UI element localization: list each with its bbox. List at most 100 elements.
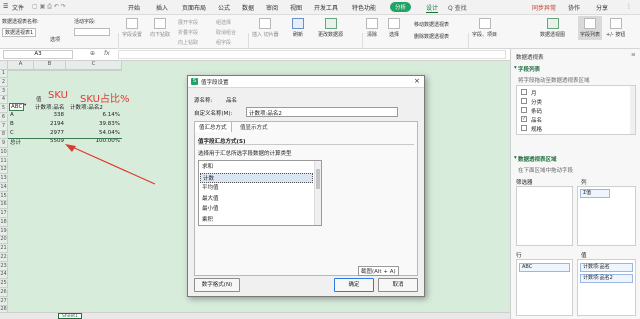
move-pivot-button[interactable]: 移动数据透视表 — [414, 21, 449, 28]
row-header[interactable]: 8 — [0, 131, 8, 140]
row-header[interactable]: 9 — [0, 140, 8, 149]
collab-button[interactable]: 协作 — [568, 3, 580, 12]
expand-field-button[interactable]: 展开字段 — [178, 19, 198, 26]
field-list-button[interactable]: 字段列表 — [578, 16, 603, 40]
pivot-chart-button[interactable]: 数据透视图 — [540, 18, 565, 38]
values-zone[interactable]: 计数项:品名 计数项:品名2 — [577, 259, 636, 316]
field-checkbox[interactable] — [521, 107, 527, 113]
row-label-header-cell[interactable]: ABC — [9, 103, 25, 111]
select-all-corner[interactable] — [0, 61, 8, 70]
ungroup-button[interactable]: 取消组合 — [216, 29, 236, 36]
areas-collapse-icon[interactable]: ▾ — [514, 155, 517, 161]
formula-input[interactable] — [118, 50, 506, 59]
custom-name-input[interactable]: 计数项:品名2 — [246, 107, 398, 117]
delete-pivot-button[interactable]: 删除数据透视表 — [414, 33, 449, 40]
col-b-header-cell[interactable]: 计数项:品名 — [35, 103, 64, 111]
collapse-icon[interactable]: ▾ — [514, 65, 517, 71]
row-header[interactable]: 26 — [0, 288, 8, 297]
row-label-cell[interactable]: B — [10, 121, 14, 127]
tab-review[interactable]: 审阅 — [266, 3, 278, 12]
tab-analyze[interactable]: 分析 — [390, 2, 412, 12]
tab-design[interactable]: 设计 — [426, 3, 439, 13]
quick-access-icons[interactable]: ▢ ▣ ⎙ ↶ ↷ — [32, 3, 66, 11]
group-selection-button[interactable]: 组选择 — [216, 19, 231, 26]
row-header[interactable]: 13 — [0, 175, 8, 184]
row-header[interactable]: 23 — [0, 262, 8, 271]
row-header[interactable]: 11 — [0, 157, 8, 166]
row-header[interactable]: 5 — [0, 105, 8, 114]
sync-status[interactable]: 同步异常 — [532, 3, 556, 12]
calc-type-item[interactable]: 求和 — [200, 162, 313, 172]
zoom-icon[interactable]: ⊕ — [90, 50, 95, 57]
insert-slicer-button[interactable]: 插入 切片器 — [252, 18, 279, 38]
tab-start[interactable]: 开始 — [128, 3, 140, 12]
values-chip-2[interactable]: 计数项:品名2 — [580, 274, 633, 283]
tab-formulas[interactable]: 公式 — [218, 3, 230, 12]
fields-items-button[interactable]: 字段、项目 — [472, 18, 497, 38]
field-list-scrollbar[interactable] — [630, 86, 635, 134]
sheet-tab[interactable]: Sheet1 — [58, 313, 82, 319]
row-header[interactable]: 24 — [0, 271, 8, 280]
row-label-cell[interactable]: 总计 — [10, 138, 21, 146]
row-header[interactable]: 20 — [0, 236, 8, 245]
pane-menu-icon[interactable]: ≡ — [631, 52, 636, 58]
column-header-a[interactable]: A — [8, 61, 34, 70]
field-checkbox[interactable] — [521, 89, 527, 95]
row-header[interactable]: 18 — [0, 218, 8, 227]
number-format-button[interactable]: 数字格式(N) — [194, 278, 240, 292]
field-checkbox[interactable] — [521, 125, 527, 131]
ok-button[interactable]: 确定 — [334, 278, 374, 292]
active-field-input[interactable] — [74, 28, 110, 36]
row-header[interactable]: 16 — [0, 201, 8, 210]
calc-type-item[interactable]: 最大值 — [200, 194, 313, 204]
count-cell[interactable]: 2977 — [34, 130, 64, 136]
row-header[interactable]: 1 — [0, 70, 8, 79]
row-header[interactable]: 7 — [0, 122, 8, 131]
column-header-c[interactable]: C — [66, 61, 122, 70]
columns-values-chip[interactable]: Σ值 — [580, 189, 610, 198]
group-field-button[interactable]: 组字段 — [216, 39, 231, 46]
tab-summarize-by[interactable]: 值汇总方式 — [194, 121, 232, 132]
row-header[interactable]: 2 — [0, 78, 8, 87]
share-button[interactable]: 分享 — [596, 3, 608, 12]
rows-chip[interactable]: ABC — [519, 263, 570, 272]
tab-data[interactable]: 数据 — [242, 3, 254, 12]
fx-button[interactable]: fx — [104, 50, 110, 57]
row-header[interactable]: 6 — [0, 113, 8, 122]
columns-zone[interactable]: Σ值 — [577, 186, 636, 246]
filter-zone[interactable] — [516, 186, 573, 246]
row-header[interactable]: 10 — [0, 148, 8, 157]
row-header[interactable]: 15 — [0, 192, 8, 201]
tab-developer[interactable]: 开发工具 — [314, 3, 338, 12]
menu-toggle-icon[interactable]: ☰ — [3, 3, 8, 10]
search-box[interactable]: Q 查找 — [448, 3, 467, 12]
name-box[interactable]: A3 — [3, 50, 73, 59]
rows-zone[interactable]: ABC — [516, 259, 573, 316]
row-header[interactable]: 3 — [0, 87, 8, 96]
row-header[interactable]: 21 — [0, 245, 8, 254]
drill-up-button[interactable]: 向上钻取 — [178, 39, 198, 46]
field-checkbox[interactable]: ✓ — [521, 116, 527, 122]
refresh-button[interactable]: 刷新 — [292, 18, 304, 38]
tab-insert[interactable]: 插入 — [156, 3, 168, 12]
calc-type-item[interactable]: 平均值 — [200, 183, 313, 193]
pivot-name-input[interactable]: 数据透视表1 — [2, 28, 37, 37]
clear-button[interactable]: 清除 — [366, 18, 378, 38]
row-header[interactable]: 14 — [0, 183, 8, 192]
field-checklist[interactable]: 月分类 条码 ✓ 品名 规格 — [516, 85, 636, 135]
tab-show-values-as[interactable]: 值显示方式 — [236, 122, 272, 132]
row-label-cell[interactable]: A — [10, 112, 14, 118]
tab-view[interactable]: 视图 — [290, 3, 302, 12]
tab-special[interactable]: 特色功能 — [352, 3, 376, 12]
change-source-button[interactable]: 更改数据源 — [318, 18, 343, 38]
collapse-field-button[interactable]: 折叠字段 — [178, 29, 198, 36]
field-checkbox[interactable] — [521, 98, 527, 104]
row-header[interactable]: 22 — [0, 253, 8, 262]
count-cell[interactable]: 2194 — [34, 121, 64, 127]
list-scrollbar[interactable] — [314, 161, 321, 225]
more-icon[interactable]: ⋮ — [626, 3, 632, 10]
row-header[interactable]: 17 — [0, 210, 8, 219]
calc-type-list[interactable]: 求和 计数 平均值 最大值 最小值 乘积 — [198, 160, 322, 226]
row-header[interactable]: 19 — [0, 227, 8, 236]
percent-cell[interactable]: 6.14% — [66, 112, 120, 118]
